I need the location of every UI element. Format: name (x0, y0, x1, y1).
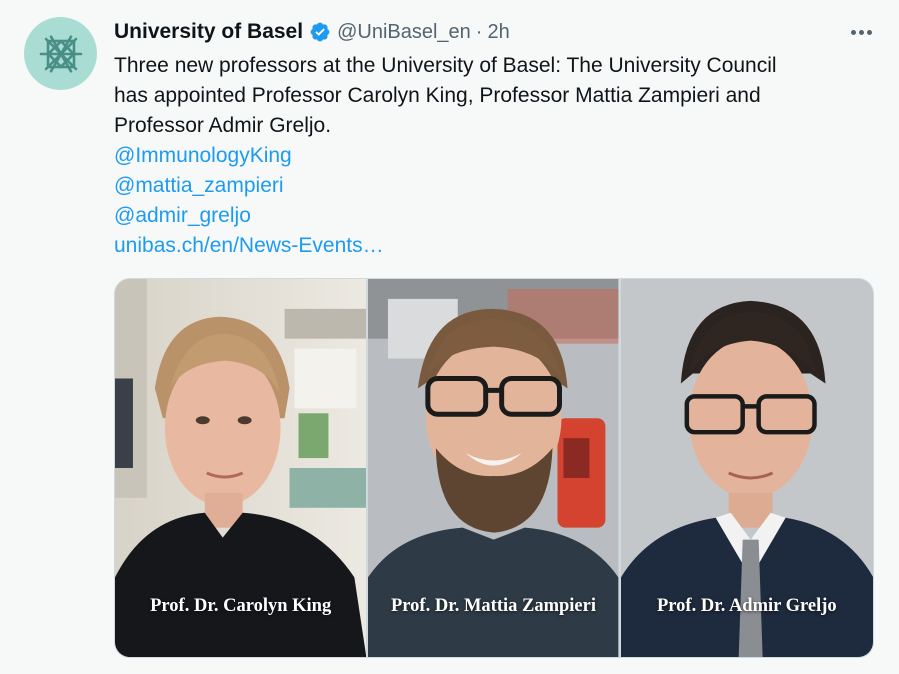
display-name[interactable]: University of Basel (114, 20, 303, 44)
handle[interactable]: @UniBasel_en (337, 21, 471, 44)
avatar[interactable] (24, 17, 97, 90)
photo-caption: Prof. Dr. Mattia Zampieri (391, 596, 596, 616)
tweet-card[interactable]: University of Basel @UniBasel_en · 2h Th… (0, 0, 899, 674)
verified-badge-icon (309, 21, 331, 43)
mention-link[interactable]: @mattia_zampieri (114, 171, 874, 201)
media-photo-2[interactable]: Prof. Dr. Mattia Zampieri (368, 279, 619, 657)
tweet-text-line: Professor Admir Greljo. (114, 114, 332, 137)
tweet-header: University of Basel @UniBasel_en · 2h (114, 18, 510, 46)
mention-link[interactable]: @admir_greljo (114, 201, 874, 231)
mention-link[interactable]: @ImmunologyKing (114, 141, 874, 171)
media-photo-1[interactable]: Prof. Dr. Carolyn King (115, 279, 367, 657)
photo-caption: Prof. Dr. Carolyn King (150, 596, 332, 616)
tweet-text: Three new professors at the University o… (114, 51, 874, 261)
snowflake-logo-icon (39, 34, 82, 73)
separator-dot: · (475, 20, 483, 43)
external-link[interactable]: unibas.ch/en/News-Events… (114, 231, 874, 261)
tweet-text-line: Three new professors at the University o… (114, 54, 777, 77)
photo-caption: Prof. Dr. Admir Greljo (657, 596, 837, 616)
tweet-media[interactable]: Prof. Dr. Carolyn King Prof. Dr. Mattia … (114, 278, 874, 658)
timestamp[interactable]: 2h (487, 21, 509, 44)
more-options-icon[interactable] (846, 20, 876, 44)
media-photo-3[interactable]: Prof. Dr. Admir Greljo (620, 279, 873, 657)
tweet-text-line: has appointed Professor Carolyn King, Pr… (114, 84, 761, 107)
